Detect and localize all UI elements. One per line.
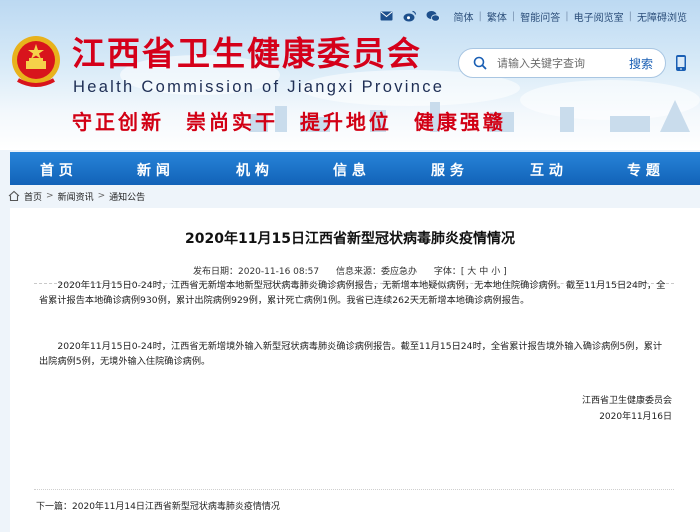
article-paragraph: 2020年11月15日0-24时，江西省无新增本地新型冠状病毒肺炎确诊病例报告，…: [39, 280, 666, 306]
article-paragraph: 2020年11月15日0-24时，江西省无新增境外输入新型冠状病毒肺炎确诊病例报…: [39, 341, 663, 367]
nav-item-news[interactable]: 新 闻: [137, 160, 170, 180]
font-size-medium[interactable]: 中: [479, 267, 488, 277]
link-e-reading-room[interactable]: 电子阅览室: [569, 9, 629, 24]
next-article-link[interactable]: 2020年11月14日江西省新型冠状病毒肺炎疫情情况: [72, 502, 280, 512]
site-header: 简体 | 繁体 | 智能问答 | 电子阅览室 | 无障碍浏览 江西省卫生健康委员…: [0, 0, 700, 150]
publish-date: 发布日期：2020-11-16 08:57: [193, 267, 320, 277]
nav-item-home[interactable]: 首 页: [40, 160, 73, 180]
article-meta: 发布日期：2020-11-16 08:57 信息来源：委应急办 字体：[ 大中小…: [193, 264, 507, 277]
nav-item-organization[interactable]: 机 构: [236, 160, 269, 180]
breadcrumb-notices[interactable]: 通知公告: [109, 190, 145, 203]
breadcrumb-separator: >: [97, 191, 106, 201]
top-links-bar: 简体 | 繁体 | 智能问答 | 电子阅览室 | 无障碍浏览: [380, 8, 693, 24]
wechat-icon[interactable]: [426, 9, 440, 23]
mail-icon[interactable]: [380, 9, 394, 23]
breadcrumb: 首页 > 新闻资讯 > 通知公告: [8, 188, 145, 204]
next-article-label: 下一篇：: [36, 502, 73, 512]
nav-item-service[interactable]: 服 务: [431, 160, 464, 180]
main-nav: 首 页 新 闻 机 构 信 息 服 务 互 动 专 题: [10, 152, 700, 185]
site-subtitle: Health Commission of Jiangxi Province: [73, 78, 445, 96]
signature-date: 2020年11月16日: [599, 412, 672, 422]
font-size-small[interactable]: 小 ]: [491, 267, 506, 277]
breadcrumb-home[interactable]: 首页: [24, 190, 42, 203]
slogan-item: 崇尚实干: [185, 110, 278, 134]
breadcrumb-news[interactable]: 新闻资讯: [58, 190, 94, 203]
mobile-icon[interactable]: [675, 54, 687, 72]
link-traditional[interactable]: 繁体: [482, 9, 512, 24]
slogan: 守正创新 崇尚实干 提升地位 健康强赣: [72, 106, 518, 135]
slogan-item: 提升地位: [299, 110, 392, 134]
article-panel: 2020年11月15日江西省新型冠状病毒肺炎疫情情况 发布日期：2020-11-…: [10, 208, 700, 532]
breadcrumb-separator: >: [46, 191, 54, 201]
divider: [34, 489, 674, 490]
link-accessibility[interactable]: 无障碍浏览: [632, 9, 692, 24]
link-smart-qa[interactable]: 智能问答: [515, 9, 565, 24]
search-button[interactable]: 搜索: [629, 55, 653, 72]
home-icon: [8, 190, 20, 202]
site-title: 江西省卫生健康委员会: [72, 34, 422, 73]
font-size-label: 字体：: [433, 267, 461, 277]
national-emblem-icon: [12, 36, 60, 87]
search-input[interactable]: [497, 56, 617, 70]
nav-item-interaction[interactable]: 互 动: [530, 160, 563, 180]
search-icon: [473, 56, 487, 70]
info-source: 信息来源：委应急办: [335, 267, 417, 277]
nav-item-topics[interactable]: 专 题: [627, 160, 660, 180]
signature-org: 江西省卫生健康委员会: [581, 396, 672, 406]
next-article: 下一篇：2020年11月14日江西省新型冠状病毒肺炎疫情情况: [36, 499, 280, 512]
search-box: 搜索: [458, 48, 666, 78]
link-simplified[interactable]: 简体: [449, 9, 479, 24]
article-title: 2020年11月15日江西省新型冠状病毒肺炎疫情情况: [185, 231, 515, 247]
font-size-large[interactable]: [ 大: [461, 267, 476, 277]
slogan-item: 健康强赣: [413, 110, 506, 134]
slogan-item: 守正创新: [72, 110, 164, 134]
weibo-icon[interactable]: [403, 9, 417, 23]
nav-item-information[interactable]: 信 息: [333, 160, 366, 180]
